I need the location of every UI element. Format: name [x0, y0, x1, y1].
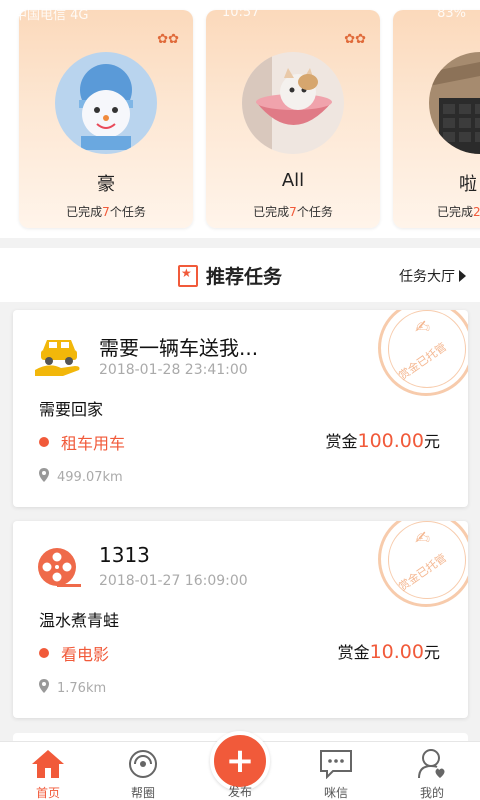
tab-mine[interactable]: 我的	[392, 748, 472, 800]
user-name: All	[281, 170, 305, 191]
task-distance: 499.07km	[39, 468, 123, 486]
tab-circle[interactable]: 帮圈	[103, 748, 183, 800]
user-card[interactable]: ✿✿ All 已完成7个任务	[206, 10, 380, 228]
user-name: 啦	[459, 174, 477, 195]
publish-button[interactable]: +	[210, 731, 270, 791]
circle-icon	[103, 748, 183, 780]
publish-label: 发布	[227, 785, 252, 799]
arrow-right-icon	[459, 270, 466, 282]
task-description: 温水煮青蛙	[39, 611, 120, 630]
medal-icon: ✿✿	[157, 32, 179, 47]
task-hall-link[interactable]: 任务大厅	[399, 266, 466, 286]
task-time: 2018-01-27 16:09:00	[99, 573, 248, 589]
recommended-section-header: 推荐任务 任务大厅	[0, 248, 480, 302]
task-category: 租车用车	[39, 430, 125, 454]
user-name: 豪	[97, 174, 115, 195]
task-title: 需要一辆车送我...	[99, 336, 259, 360]
avatar	[55, 52, 157, 154]
task-distance: 1.76km	[39, 679, 106, 697]
task-time: 2018-01-28 23:41:00	[99, 362, 248, 378]
escrow-stamp-icon: ✍ 赏金已托管	[378, 310, 468, 396]
task-reward: 赏金10.00元	[337, 641, 440, 663]
escrow-stamp-icon: ✍ 赏金已托管	[378, 521, 468, 607]
user-card[interactable]: ✿ 啦 已完成2	[393, 10, 480, 228]
avatar	[429, 52, 480, 154]
tasks-done-text: 已完成7个任务	[253, 205, 333, 219]
chat-bubble-icon	[296, 748, 376, 780]
user-heart-icon	[392, 748, 472, 780]
plus-icon: +	[225, 741, 255, 781]
avatar	[242, 52, 344, 154]
task-card[interactable]: ✍ 赏金已托管 1313 2018-01-27 16:09:00 温水煮青蛙 看…	[13, 521, 468, 718]
user-card[interactable]: ✿✿ 豪 已完成7个任务	[19, 10, 193, 228]
medal-icon: ✿✿	[344, 32, 366, 47]
task-title: 1313	[99, 543, 150, 567]
tasks-done-text: 已完成2	[437, 205, 480, 219]
home-icon	[8, 748, 88, 780]
task-category: 看电影	[39, 641, 109, 665]
location-pin-icon	[39, 679, 49, 697]
tab-messages[interactable]: 咪信	[296, 748, 376, 800]
battery-text: 83%	[437, 5, 466, 21]
task-description: 需要回家	[39, 400, 104, 419]
bookmark-star-icon	[178, 264, 198, 287]
location-pin-icon	[39, 468, 49, 486]
section-title: 推荐任务	[178, 262, 282, 289]
carrier-text: 中国电信 4G	[14, 7, 89, 23]
category-dot-icon	[39, 648, 49, 658]
category-dot-icon	[39, 437, 49, 447]
film-reel-icon	[35, 543, 83, 591]
tab-home[interactable]: 首页	[8, 748, 88, 800]
task-reward: 赏金100.00元	[325, 430, 440, 452]
tasks-done-text: 已完成7个任务	[66, 205, 146, 219]
status-bar: 中国电信 4G 10:57 83%	[0, 0, 480, 26]
user-cards-strip: ✿✿ 豪 已完成7个任务 ✿✿ All 已完成7个任务 啦 已完成2	[0, 0, 480, 238]
car-hand-icon	[35, 332, 83, 380]
clock-text: 10:57	[222, 5, 260, 20]
task-card[interactable]: ✍ 赏金已托管 需要一辆车送我... 2018-01-28 23:41:00 需…	[13, 310, 468, 507]
